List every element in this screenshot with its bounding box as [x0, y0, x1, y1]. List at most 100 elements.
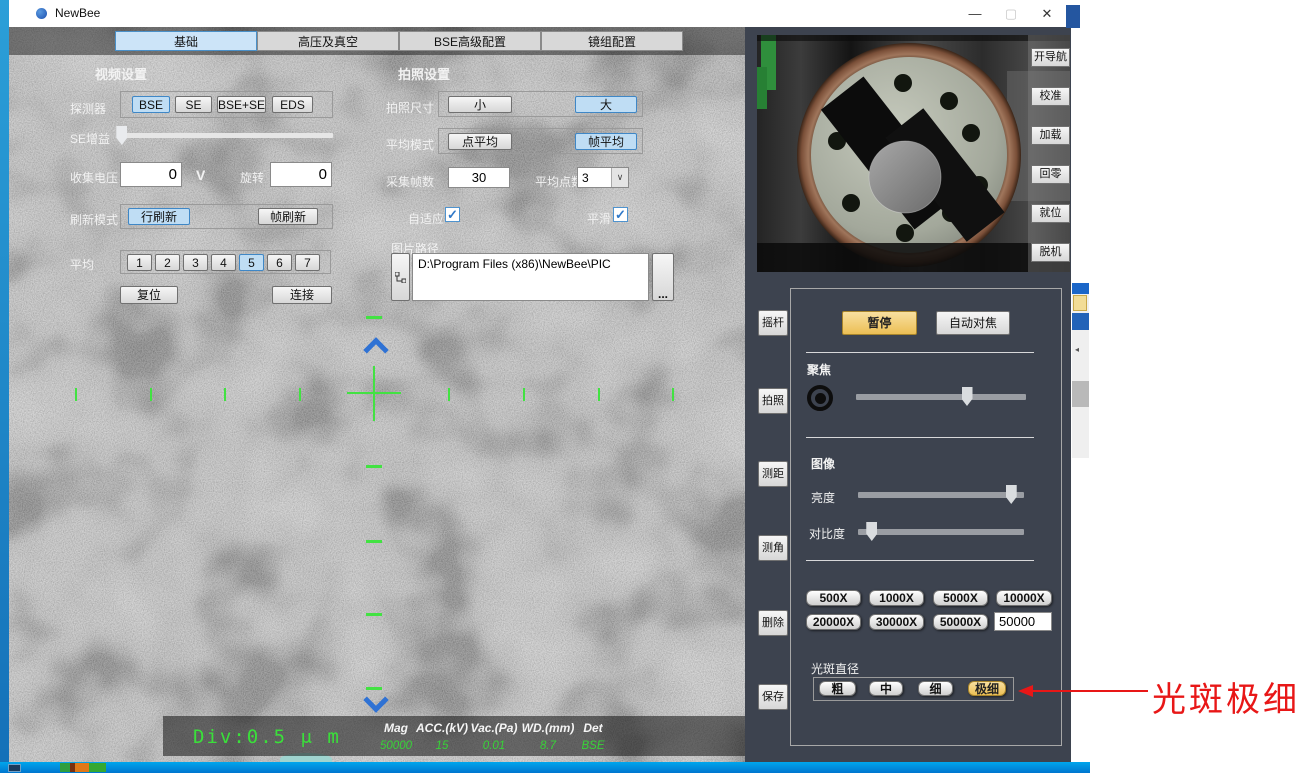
avg-point-button[interactable]: 点平均 — [448, 133, 512, 150]
scale-tick — [448, 388, 450, 401]
status-value-mag: 50000 — [380, 740, 412, 752]
annotation-text: 光斑极细 — [1152, 672, 1300, 721]
mag-50000x-button[interactable]: 50000X — [933, 614, 988, 630]
stage-zero-button[interactable]: 回零 — [1031, 165, 1070, 184]
focus-slider[interactable] — [856, 394, 1026, 400]
taskbar-icon-fragment[interactable] — [75, 763, 89, 772]
contrast-slider[interactable] — [858, 529, 1024, 535]
brightness-slider[interactable] — [858, 492, 1024, 498]
scale-tick — [299, 388, 301, 401]
background-window-edge: ◂ — [1072, 283, 1089, 458]
detector-se-button[interactable]: SE — [175, 96, 212, 113]
scale-tick — [75, 388, 77, 401]
refresh-mode-label: 刷新模式 — [70, 211, 118, 228]
mag-5000x-button[interactable]: 5000X — [933, 590, 988, 606]
taskbar-icon-fragment[interactable] — [60, 763, 70, 772]
chamber-camera-view — [757, 35, 1070, 272]
stage-open-nav-button[interactable]: 开导航 — [1031, 48, 1070, 67]
mag-30000x-button[interactable]: 30000X — [869, 614, 924, 630]
points-label: 平均点数 — [535, 173, 583, 190]
tool-joystick-button[interactable]: 摇杆 — [758, 310, 788, 336]
divider — [806, 437, 1034, 438]
average-3-button[interactable]: 3 — [183, 254, 208, 271]
average-4-button[interactable]: 4 — [211, 254, 236, 271]
close-button[interactable]: ✕ — [1029, 0, 1065, 27]
spot-fine-button[interactable]: 细 — [918, 681, 953, 696]
taskbar[interactable] — [0, 762, 1090, 773]
browse-button[interactable]: ... — [652, 253, 674, 301]
status-value-det: BSE — [581, 740, 604, 752]
detector-eds-button[interactable]: EDS — [272, 96, 313, 113]
frames-input[interactable] — [448, 167, 510, 188]
scale-tick — [672, 388, 674, 401]
contrast-slider-thumb[interactable] — [866, 522, 877, 541]
tab-hv-vacuum[interactable]: 高压及真空 — [257, 31, 399, 51]
pause-button[interactable]: 暂停 — [842, 311, 917, 335]
se-gain-slider[interactable] — [117, 133, 333, 138]
peek-blue-bar — [1072, 283, 1089, 294]
smooth-checkbox[interactable]: ✓ — [613, 207, 628, 222]
taskbar-app-icon[interactable] — [8, 764, 21, 772]
tab-bse-advanced[interactable]: BSE高级配置 — [399, 31, 541, 51]
focus-slider-thumb[interactable] — [962, 387, 973, 406]
photo-size-large-button[interactable]: 大 — [575, 96, 637, 113]
scale-tick — [523, 388, 525, 401]
detector-bse-button[interactable]: BSE — [132, 96, 170, 113]
path-link-icon[interactable] — [391, 253, 410, 301]
connect-button[interactable]: 连接 — [272, 286, 332, 304]
tool-save-button[interactable]: 保存 — [758, 684, 788, 710]
status-header-mag: Mag — [384, 721, 408, 735]
mag-1000x-button[interactable]: 1000X — [869, 590, 924, 606]
status-header-acc: ACC.(kV) — [416, 721, 468, 735]
avg-mode-label: 平均模式 — [386, 136, 434, 153]
sem-viewport[interactable]: 基础 高压及真空 BSE高级配置 镜组配置 视频设置 探测器 BSE SE BS… — [9, 27, 745, 762]
tool-measure-angle-button[interactable]: 测角 — [758, 535, 788, 561]
reset-button[interactable]: 复位 — [120, 286, 178, 304]
detector-bse-se-button[interactable]: BSE+SE — [217, 96, 266, 113]
stage-in-position-button[interactable]: 就位 — [1031, 204, 1070, 223]
spot-coarse-button[interactable]: 粗 — [819, 681, 856, 696]
points-select[interactable]: 3 ∨ — [577, 167, 629, 188]
adaptive-checkbox[interactable]: ✓ — [445, 207, 460, 222]
brightness-label: 亮度 — [811, 489, 835, 506]
desktop-left-strip — [0, 0, 9, 773]
avg-frame-button[interactable]: 帧平均 — [575, 133, 637, 150]
status-band: Div:0.5 μ m Mag ACC.(kV) Vac.(Pa) WD.(mm… — [163, 716, 745, 756]
mag-10000x-button[interactable]: 10000X — [996, 590, 1052, 606]
tab-basic[interactable]: 基础 — [115, 31, 257, 51]
photo-size-small-button[interactable]: 小 — [448, 96, 512, 113]
stage-offline-button[interactable]: 脱机 — [1031, 243, 1070, 262]
average-2-button[interactable]: 2 — [155, 254, 180, 271]
tool-delete-button[interactable]: 删除 — [758, 610, 788, 636]
tab-lens-config[interactable]: 镜组配置 — [541, 31, 683, 51]
desktop: NewBee — ▢ ✕ — [0, 0, 1304, 773]
mag-20000x-button[interactable]: 20000X — [806, 614, 861, 630]
brightness-slider-thumb[interactable] — [1006, 485, 1017, 504]
average-6-button[interactable]: 6 — [267, 254, 292, 271]
tool-measure-distance-button[interactable]: 测距 — [758, 461, 788, 487]
voltage-unit-label: V — [196, 167, 205, 183]
video-settings-title: 视频设置 — [95, 64, 147, 83]
collect-voltage-input[interactable] — [120, 162, 182, 187]
stage-calibrate-button[interactable]: 校准 — [1031, 87, 1070, 106]
stage-load-button[interactable]: 加载 — [1031, 126, 1070, 145]
average-5-button[interactable]: 5 — [239, 254, 264, 271]
peek-gray-block — [1072, 381, 1089, 407]
mag-value-input[interactable] — [994, 612, 1052, 631]
average-7-button[interactable]: 7 — [295, 254, 320, 271]
tool-photo-button[interactable]: 拍照 — [758, 388, 788, 414]
average-1-button[interactable]: 1 — [127, 254, 152, 271]
refresh-line-button[interactable]: 行刷新 — [128, 208, 190, 225]
path-textbox[interactable]: D:\Program Files (x86)\NewBee\PIC — [412, 253, 649, 301]
spot-medium-button[interactable]: 中 — [869, 681, 903, 696]
spot-ultrafine-button[interactable]: 极细 — [968, 681, 1006, 696]
autofocus-button[interactable]: 自动对焦 — [936, 311, 1010, 335]
taskbar-icon-fragment[interactable] — [89, 763, 106, 772]
rotation-input[interactable] — [270, 162, 332, 187]
mag-500x-button[interactable]: 500X — [806, 590, 861, 606]
minimize-button[interactable]: — — [957, 0, 993, 27]
maximize-button[interactable]: ▢ — [993, 0, 1029, 27]
refresh-frame-button[interactable]: 帧刷新 — [258, 208, 318, 225]
chevron-down-icon[interactable]: ∨ — [611, 168, 628, 187]
control-panel: 暂停 自动对焦 聚焦 图像 亮度 对比度 500X — [790, 288, 1062, 746]
